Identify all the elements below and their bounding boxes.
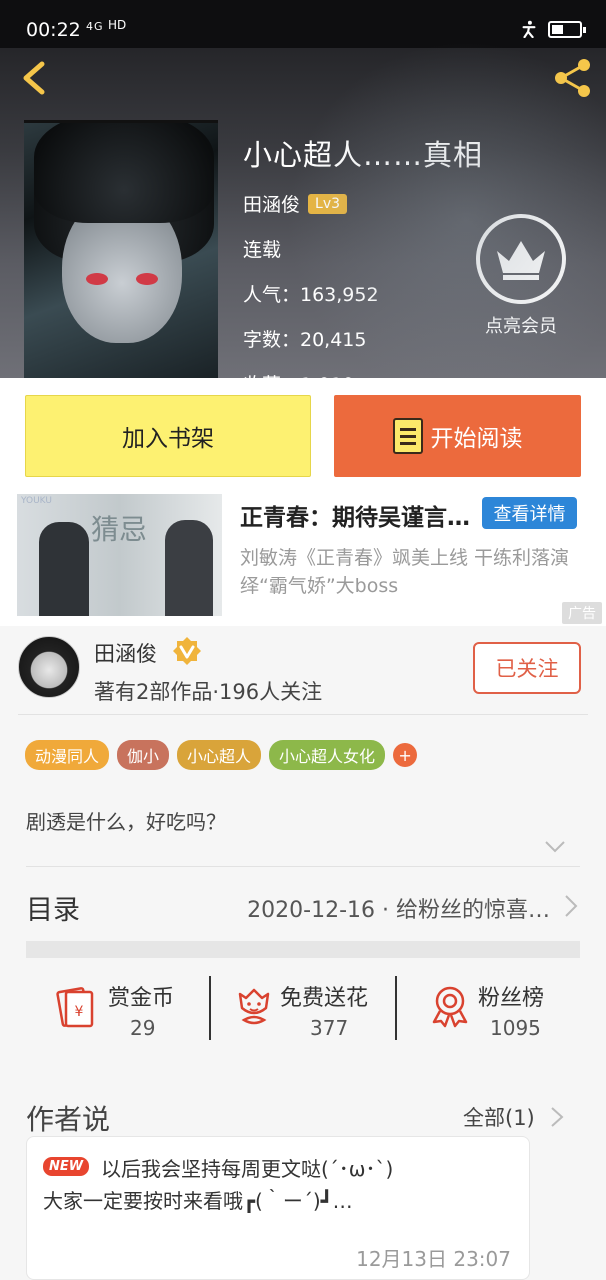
author-summary: 著有2部作品·196人关注 — [94, 680, 323, 704]
book-title: 小心超人……真相 — [243, 138, 484, 172]
book-author[interactable]: 田涵俊 — [243, 190, 300, 217]
vip-button[interactable]: 点亮会员 — [474, 214, 568, 338]
stat-value: 1095 — [490, 1016, 541, 1040]
divider — [18, 714, 588, 715]
stat-value: 377 — [310, 1016, 349, 1040]
ad-title[interactable]: 正青春：期待吴谨言… — [240, 498, 480, 532]
author-note-line: 大家一定要按时来看哦┏(｀ー´)┛… — [43, 1189, 353, 1213]
add-tag-button[interactable]: + — [393, 743, 418, 767]
tag-item[interactable]: 动漫同人 — [25, 740, 110, 770]
new-badge: NEW — [43, 1157, 90, 1176]
share-icon[interactable] — [550, 56, 596, 100]
start-reading-button[interactable]: 开始阅读 — [334, 395, 581, 477]
level-badge: Lv3 — [308, 193, 348, 214]
author-name[interactable]: 田涵俊 — [94, 638, 157, 668]
tag-item[interactable]: 小心超人女化 — [269, 740, 386, 770]
stat-label: 粉丝榜 — [478, 986, 545, 1011]
ad-banner[interactable]: YOUKU 猜忌 正青春：期待吴谨言… 查看详情 刘敏涛《正青春》飒美上线 干练… — [0, 494, 606, 626]
author-note-time: 12月13日 23:07 — [356, 1247, 511, 1271]
status-time: 00:22 — [26, 19, 81, 41]
chevron-down-icon[interactable] — [544, 840, 566, 854]
stat-value: 29 — [130, 1016, 156, 1040]
divider — [209, 976, 211, 1040]
author-says-title: 作者说 — [26, 1103, 111, 1136]
reward-coins-button[interactable]: ¥ 赏金币 29 — [54, 972, 204, 1042]
ad-label: 广告 — [562, 602, 602, 624]
latest-chapter: 2020-12-16 · 给粉丝的惊喜… — [247, 898, 550, 923]
book-favorites: 收藏：1,010 — [243, 370, 483, 378]
action-bar: 加入书架 开始阅读 — [0, 378, 606, 494]
stats-bar: ¥ 赏金币 29 免费送花 377 粉丝榜 1095 — [26, 972, 580, 1042]
ad-image-brand: YOUKU — [21, 496, 52, 506]
book-popularity: 人气：163,952 — [243, 284, 379, 306]
battery-icon — [548, 20, 586, 38]
synopsis: 剧透是什么，好吃吗？ — [26, 810, 226, 834]
divider — [26, 866, 580, 867]
accessibility-icon — [522, 20, 536, 38]
author-note-line: 以后我会坚持每周更文哒(´･ω･`) — [101, 1157, 394, 1181]
ad-description: 刘敏涛《正青春》飒美上线 干练利落演绎“霸气娇”大boss — [240, 547, 570, 597]
red-envelope-icon: ¥ — [56, 987, 94, 1028]
flower-icon — [238, 988, 270, 1025]
author-note-card[interactable]: NEW 以后我会坚持每周更文哒(´･ω･`) 大家一定要按时来看哦┏(｀ー´)┛… — [26, 1136, 530, 1280]
author-says-all-link[interactable]: 全部(1) — [463, 1102, 535, 1132]
toc-label: 目录 — [26, 895, 80, 926]
book-word-count: 字数：20,415 — [243, 329, 367, 351]
book-info: 小心超人……真相 田涵俊 Lv3 连载 人气：163,952 字数：20,415… — [243, 132, 483, 378]
ad-details-button[interactable]: 查看详情 — [482, 497, 577, 529]
ad-image[interactable]: YOUKU 猜忌 — [17, 494, 222, 616]
divider — [395, 976, 397, 1040]
send-flower-button[interactable]: 免费送花 377 — [232, 972, 392, 1042]
tag-item[interactable]: 伽小 — [117, 740, 170, 770]
ad-image-text: 猜忌 — [91, 513, 148, 546]
table-of-contents-row[interactable]: 目录 2020-12-16 · 给粉丝的惊喜… — [26, 884, 580, 932]
add-to-shelf-button[interactable]: 加入书架 — [25, 395, 311, 477]
follow-button[interactable]: 已关注 — [473, 642, 581, 694]
book-header: 00:22 4G HD 小心超人……真相 田涵俊 Lv3 连载 人气：163,9… — [0, 0, 606, 378]
chevron-right-icon — [565, 895, 578, 917]
start-reading-label: 开始阅读 — [430, 426, 523, 452]
signal-icon: 4G — [86, 20, 104, 33]
back-icon[interactable] — [14, 56, 54, 100]
book-status: 连载 — [243, 239, 282, 261]
stat-label: 赏金币 — [108, 986, 175, 1011]
stat-label: 免费送花 — [280, 986, 369, 1011]
book-icon — [392, 418, 423, 454]
chevron-right-icon[interactable] — [550, 1106, 564, 1128]
fan-ranking-button[interactable]: 粉丝榜 1095 — [428, 972, 578, 1042]
section-spacer — [26, 941, 580, 958]
book-cover[interactable] — [24, 120, 218, 378]
svg-text:¥: ¥ — [75, 1004, 84, 1020]
medal-icon — [432, 986, 468, 1028]
vip-label: 点亮会员 — [485, 316, 557, 337]
author-card: 田涵俊 著有2部作品·196人关注 已关注 — [0, 626, 606, 716]
verified-icon — [173, 637, 201, 665]
avatar[interactable] — [18, 636, 80, 698]
crown-icon — [497, 241, 545, 280]
tag-list: 动漫同人 伽小 小心超人 小心超人女化 + — [25, 740, 418, 770]
tag-item[interactable]: 小心超人 — [177, 740, 262, 770]
status-bar: 00:22 4G HD — [0, 0, 606, 48]
wifi-icon: HD — [108, 18, 127, 32]
